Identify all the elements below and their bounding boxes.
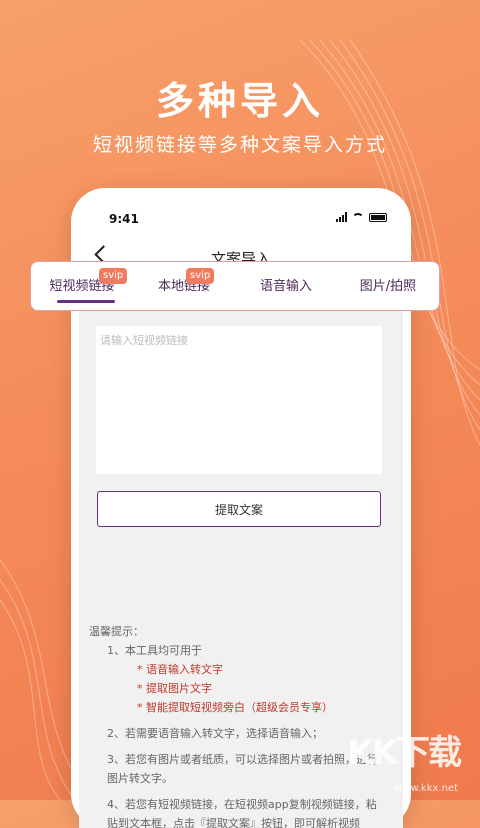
tips-heading: 温馨提示： (89, 625, 144, 638)
watermark-url: www.kkx.net (394, 783, 458, 794)
tab-local-link[interactable]: 本地链接 svip (133, 261, 235, 311)
hero-subtitle: 短视频链接等多种文案导入方式 (92, 134, 387, 156)
svip-badge: svip (99, 268, 128, 284)
svip-badge: svip (186, 268, 215, 284)
status-bar: 9:41 (79, 196, 403, 238)
import-tabs: 短视频链接 svip 本地链接 svip 语音输入 图片/拍照 (30, 261, 440, 311)
battery-icon (369, 212, 387, 222)
tab-label: 图片/拍照 (359, 279, 417, 294)
tab-image-photo[interactable]: 图片/拍照 (337, 261, 439, 311)
hero-title: 多种导入 (155, 78, 324, 123)
signal-icon (336, 212, 347, 222)
tips-item-1: 1、本工具均可用于 (107, 644, 202, 657)
extract-button[interactable]: 提取文案 (97, 491, 381, 527)
tips-item-4: 4、若您有短视频链接，在短视频app复制视频链接，粘 (107, 798, 377, 811)
link-input[interactable]: 请输入短视频链接 (96, 326, 382, 474)
status-icons (336, 212, 387, 222)
tips-item-4-cont: 贴到文本框，点击『提取文案』按钮，即可解析视频 (107, 817, 360, 828)
tips-bullet: * 智能提取短视频旁白（超级会员专享） (137, 701, 333, 714)
tips-bullet: * 语音输入转文字 (137, 663, 223, 676)
tab-voice-input[interactable]: 语音输入 (235, 261, 337, 311)
status-time: 9:41 (109, 212, 139, 226)
tab-label: 语音输入 (259, 279, 312, 294)
wifi-icon (352, 212, 364, 222)
tips-bullet: * 提取图片文字 (137, 682, 212, 695)
tab-short-video-link[interactable]: 短视频链接 svip (31, 261, 133, 311)
watermark-logo: KK下载 (347, 733, 462, 773)
